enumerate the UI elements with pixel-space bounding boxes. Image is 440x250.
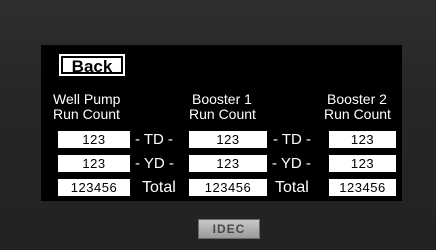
td-separator: - TD - [135,131,174,148]
hmi-screen: Back Well Pump Run Count Booster 1 Run C… [41,45,402,201]
back-button[interactable]: Back [59,54,125,76]
bezel-edge [436,0,440,250]
booster-1-yd-field[interactable]: 123 [189,155,267,172]
total-label: Total [275,179,309,196]
header-line-2: Run Count [189,106,256,122]
booster-1-total-field[interactable]: 123456 [189,179,267,196]
total-label: Total [142,179,176,196]
header-line-2: Run Count [53,106,120,122]
booster-2-td-field[interactable]: 123 [329,131,396,148]
booster-2-total-field[interactable]: 123456 [329,179,396,196]
header-line-2: Run Count [324,106,391,122]
booster-2-yd-field[interactable]: 123 [329,155,396,172]
well-pump-yd-field[interactable]: 123 [58,155,130,172]
booster-1-header: Booster 1 Run Count [189,92,256,122]
booster-2-header: Booster 2 Run Count [324,92,391,122]
well-pump-td-field[interactable]: 123 [58,131,130,148]
header-line-1: Booster 1 [192,91,252,107]
booster-1-td-field[interactable]: 123 [189,131,267,148]
yd-separator: - YD - [135,155,174,172]
header-line-1: Well Pump [53,91,121,107]
td-separator: - TD - [273,131,312,148]
well-pump-total-field[interactable]: 123456 [58,179,130,196]
header-line-1: Booster 2 [327,91,387,107]
idec-logo: IDEC [198,219,260,239]
well-pump-header: Well Pump Run Count [53,92,120,122]
yd-separator: - YD - [272,155,311,172]
